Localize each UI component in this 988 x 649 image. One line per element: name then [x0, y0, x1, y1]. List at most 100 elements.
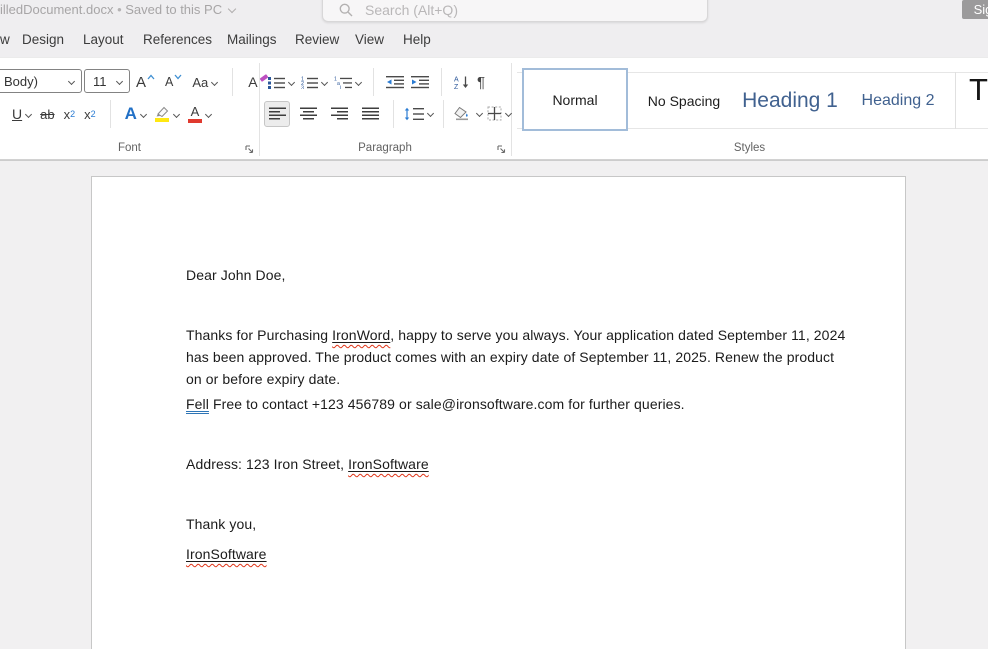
chevron-down-icon[interactable] — [355, 78, 362, 85]
chevron-down-icon[interactable] — [427, 110, 434, 117]
chevron-down-icon[interactable] — [140, 110, 147, 117]
numbering-button[interactable]: 123 — [301, 76, 327, 89]
document-area[interactable]: Dear John Doe, Thanks for Purchasing Iro… — [0, 160, 988, 649]
misspelled-word[interactable]: IronSoftware — [186, 546, 267, 562]
styles-group-label: Styles — [511, 142, 988, 154]
chevron-down-icon[interactable] — [505, 110, 512, 117]
show-formatting-marks-button[interactable]: ¶ — [477, 74, 485, 91]
font-dialog-launcher[interactable] — [244, 144, 255, 155]
tab-mailings[interactable]: Mailings — [227, 22, 277, 57]
style-no-spacing-label: No Spacing — [648, 93, 720, 109]
tab-layout[interactable]: Layout — [83, 22, 124, 57]
doc-text: Dear John Doe, — [186, 267, 285, 283]
superscript-mark: 2 — [91, 109, 96, 119]
grow-font-button[interactable]: A — [136, 74, 155, 91]
grammar-flagged-word[interactable]: Fell — [186, 396, 209, 412]
font-name-value: Body) — [4, 74, 38, 89]
chevron-down-icon[interactable] — [205, 110, 212, 117]
text-effects-glyph: A — [125, 104, 137, 124]
title-bar: illedDocument.docx • Saved to this PC Se… — [0, 0, 988, 22]
shrink-font-button[interactable]: A — [165, 75, 182, 89]
decrease-indent-button[interactable] — [386, 75, 404, 89]
borders-button[interactable] — [487, 106, 511, 121]
sort-button[interactable]: AZ — [454, 75, 470, 89]
subscript-button[interactable]: x2 — [64, 107, 76, 122]
sign-in-button[interactable]: Sig — [962, 0, 988, 19]
tab-review[interactable]: Review — [295, 22, 339, 57]
doc-text: , happy to serve you always. Your applic… — [390, 327, 845, 343]
doc-line[interactable]: IronSoftware — [186, 546, 267, 562]
shading-button[interactable] — [454, 106, 482, 121]
misspelled-word[interactable]: IronSoftware — [348, 456, 429, 472]
caret-up-icon — [147, 74, 155, 80]
doc-line[interactable]: Address: 123 Iron Street, IronSoftware — [186, 456, 429, 472]
font-size-combobox[interactable]: 11 — [84, 69, 130, 93]
highlight-color-bar — [155, 118, 169, 122]
underline-button[interactable]: U — [12, 106, 31, 122]
chevron-down-icon[interactable] — [288, 78, 295, 85]
strikethrough-button[interactable]: ab — [40, 107, 54, 122]
chevron-down-icon[interactable] — [476, 110, 483, 117]
doc-line[interactable]: Thanks for Purchasing IronWord, happy to… — [186, 327, 845, 343]
style-no-spacing[interactable]: No Spacing — [636, 72, 732, 129]
align-right-button[interactable] — [326, 101, 352, 127]
font-color-button[interactable]: A — [188, 105, 211, 123]
align-center-button[interactable] — [295, 101, 321, 127]
style-normal[interactable]: Normal — [522, 68, 628, 131]
align-left-button[interactable] — [264, 101, 290, 127]
tab-view[interactable]: View — [355, 22, 384, 57]
style-heading-1[interactable]: Heading 1 — [735, 72, 845, 129]
document-title-text: illedDocument.docx — [0, 2, 113, 17]
doc-line[interactable]: has been approved. The product comes wit… — [186, 349, 834, 365]
font-name-combobox[interactable]: Body) — [0, 69, 82, 93]
align-left-icon — [269, 107, 286, 120]
tab-references[interactable]: References — [143, 22, 212, 57]
clear-formatting-button[interactable]: A — [248, 74, 267, 90]
style-heading-2-label: Heading 2 — [862, 92, 935, 110]
tab-draw-partial[interactable]: w — [0, 22, 10, 57]
highlight-color-button[interactable] — [155, 106, 179, 122]
doc-text: Thanks for Purchasing — [186, 327, 332, 343]
save-status[interactable]: Saved to this PC — [125, 2, 222, 17]
change-case-button[interactable]: Aa — [192, 75, 217, 90]
chevron-down-icon — [211, 78, 218, 85]
style-title-partial[interactable]: T — [969, 72, 988, 108]
multilevel-list-icon: 1ai — [334, 76, 352, 89]
chevron-down-icon[interactable] — [116, 77, 123, 84]
paragraph-dialog-launcher[interactable] — [496, 144, 507, 155]
misspelled-word[interactable]: IronWord — [332, 327, 390, 343]
bullets-button[interactable] — [268, 76, 294, 89]
doc-line[interactable]: Fell Free to contact +123 456789 or sale… — [186, 396, 685, 412]
underline-glyph: U — [12, 106, 22, 122]
tab-help[interactable]: Help — [403, 22, 431, 57]
paragraph-group-label: Paragraph — [259, 142, 511, 154]
increase-indent-button[interactable] — [411, 75, 429, 89]
ribbon: Body) 11 A A Aa A U ab x2 x2 A — [0, 57, 988, 160]
sort-a-glyph: A — [454, 76, 459, 83]
chevron-down-icon[interactable] — [68, 77, 75, 84]
superscript-button[interactable]: x2 — [84, 107, 96, 122]
sort-icon: AZ — [454, 75, 470, 89]
line-spacing-button[interactable] — [404, 107, 433, 121]
chevron-down-icon[interactable] — [321, 78, 328, 85]
multilevel-list-button[interactable]: 1ai — [334, 76, 361, 89]
doc-line[interactable]: on or before expiry date. — [186, 371, 340, 387]
search-input[interactable]: Search (Alt+Q) — [322, 0, 708, 22]
justify-button[interactable] — [357, 101, 383, 127]
shrink-font-glyph: A — [165, 75, 173, 89]
chevron-down-icon[interactable] — [173, 110, 180, 117]
doc-text: Free to contact +123 456789 or sale@iron… — [209, 396, 685, 412]
doc-line[interactable]: Thank you, — [186, 516, 256, 532]
text-effects-button[interactable]: A — [125, 104, 146, 124]
search-placeholder: Search (Alt+Q) — [365, 2, 458, 18]
highlighter-pen-icon — [155, 106, 170, 117]
divider — [110, 100, 111, 128]
document-page[interactable]: Dear John Doe, Thanks for Purchasing Iro… — [91, 176, 906, 649]
tab-design[interactable]: Design — [22, 22, 64, 57]
style-heading-2[interactable]: Heading 2 — [845, 72, 951, 129]
sign-in-label: Sig — [974, 2, 988, 17]
doc-line[interactable]: Dear John Doe, — [186, 267, 285, 283]
chevron-down-icon[interactable] — [228, 5, 236, 13]
doc-text: Fell — [186, 396, 209, 412]
chevron-down-icon[interactable] — [25, 110, 32, 117]
